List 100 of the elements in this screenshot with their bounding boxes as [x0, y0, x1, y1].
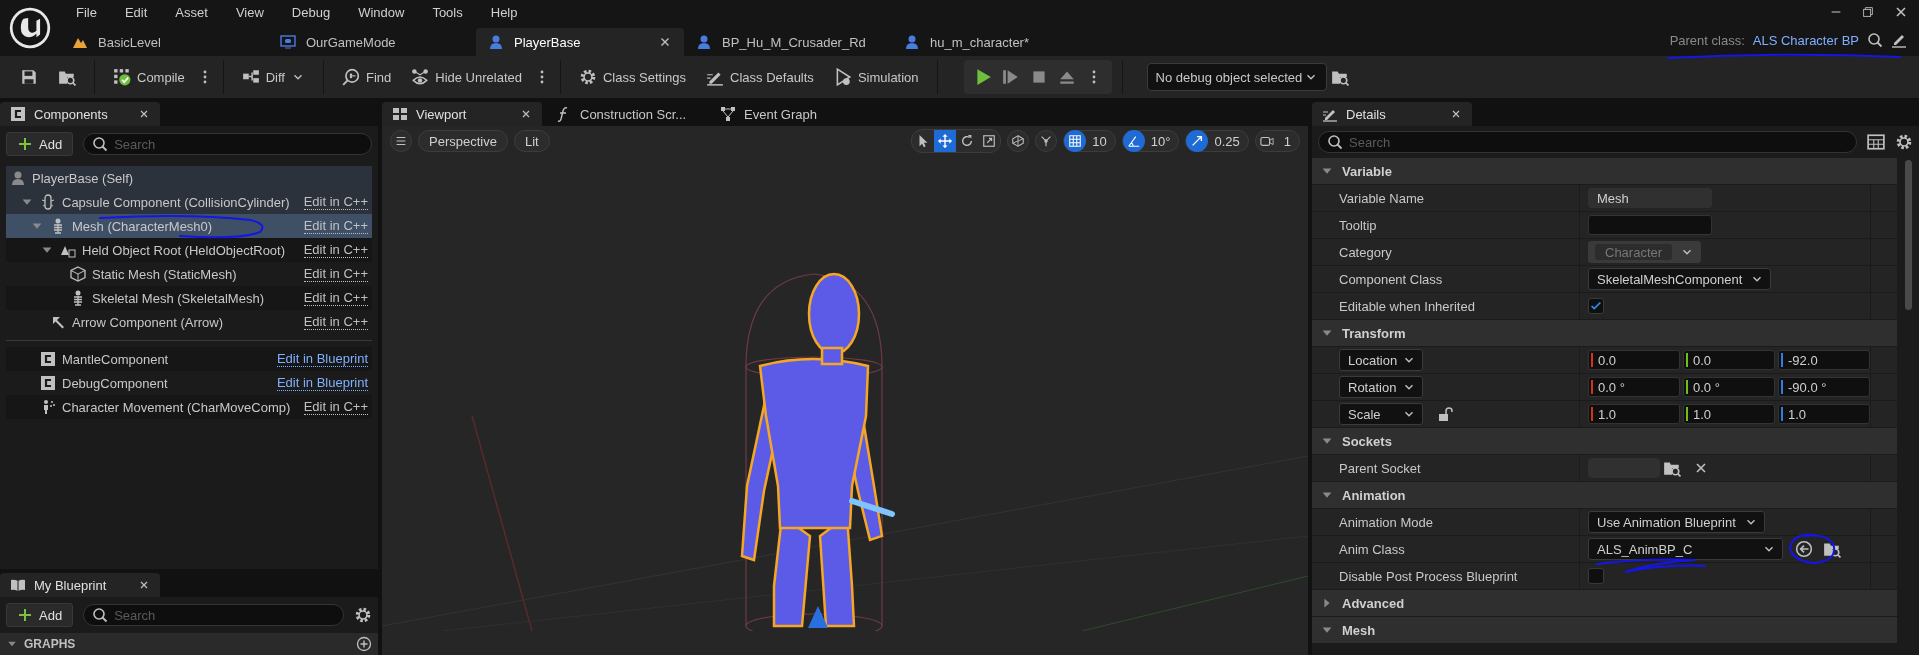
component-row[interactable]: Skeletal Mesh (SkeletalMesh) Edit in C++ [6, 286, 372, 310]
add-button[interactable]: Add [6, 603, 74, 627]
move-tool-button[interactable] [934, 130, 957, 152]
checkbox[interactable] [1588, 298, 1604, 314]
restore-icon[interactable] [1861, 5, 1875, 19]
view-mode-button[interactable]: Perspective [418, 130, 508, 152]
toolbar-button[interactable]: Compile [105, 61, 193, 93]
transform-mode-dropdown[interactable]: Location [1339, 349, 1423, 371]
edit-link[interactable]: Edit in C++ [303, 194, 368, 210]
edit-link[interactable]: Edit in C++ [303, 266, 368, 282]
menu-item[interactable]: Help [476, 4, 532, 20]
parent-class-link[interactable]: ALS Character BP [1752, 32, 1859, 48]
number-field[interactable]: 0.0 [1683, 350, 1775, 370]
edit-link[interactable]: Edit in C++ [303, 218, 368, 234]
number-field[interactable]: 1.0 [1778, 404, 1870, 424]
menu-item[interactable]: File [62, 4, 111, 20]
dropdown[interactable]: SkeletalMeshComponent [1588, 268, 1772, 290]
edit-link[interactable]: Edit in Blueprint [276, 375, 368, 391]
menu-item[interactable]: Asset [161, 4, 222, 20]
toolbar-button[interactable]: Hide Unrelated [403, 61, 530, 93]
section-header[interactable]: Variable [1312, 158, 1897, 185]
transform-mode-dropdown[interactable]: Scale [1339, 403, 1423, 425]
add-button[interactable]: Add [6, 132, 74, 156]
section-header[interactable]: Sockets [1312, 428, 1897, 455]
component-row[interactable]: Mesh (CharacterMesh0) Edit in C++ [6, 214, 372, 238]
section-header[interactable]: Mesh [1312, 617, 1897, 644]
folder-search-icon[interactable] [1330, 68, 1349, 86]
panel-tab[interactable]: Details [1312, 102, 1472, 126]
toolbar-button[interactable]: Class Settings [570, 61, 695, 93]
edit-link[interactable]: Edit in C++ [303, 242, 368, 258]
number-field[interactable]: 0.0 [1588, 350, 1680, 370]
section-header[interactable]: Transform [1312, 320, 1897, 347]
snap-toggle[interactable]: 10 [1063, 130, 1116, 152]
edit-icon[interactable] [1891, 32, 1907, 48]
document-tab[interactable]: BasicLevel [60, 28, 268, 56]
snap-toggle[interactable]: 0.25 [1185, 130, 1249, 152]
close-icon[interactable] [138, 108, 150, 120]
editor-tab[interactable]: Viewport [382, 102, 542, 126]
arrow-left-circle-icon[interactable] [1795, 540, 1813, 558]
editor-tab[interactable]: Construction Scr... [546, 102, 706, 126]
checkbox[interactable] [1588, 568, 1604, 584]
number-field[interactable]: -90.0 ° [1778, 377, 1870, 397]
viewport-menu-button[interactable] [390, 130, 412, 152]
scrollbar-thumb[interactable] [1904, 160, 1912, 310]
menu-item[interactable]: View [221, 4, 278, 20]
folder-search-icon[interactable] [1823, 540, 1841, 558]
close-icon[interactable] [138, 579, 150, 591]
snap-toggle[interactable]: 10° [1121, 130, 1180, 152]
document-tab[interactable]: OurGameMode [268, 28, 476, 56]
menu-item[interactable]: Tools [418, 4, 477, 20]
dropdown[interactable]: Use Animation Blueprint [1588, 511, 1765, 533]
close-icon[interactable] [520, 108, 532, 120]
table-icon[interactable] [1867, 133, 1885, 151]
menu-item[interactable]: Edit [110, 4, 162, 20]
settings-icon[interactable] [354, 606, 372, 624]
debug-object-dropdown[interactable]: No debug object selected [1146, 63, 1327, 91]
number-field[interactable]: -92.0 [1778, 350, 1870, 370]
edit-link[interactable]: Edit in C++ [303, 290, 368, 306]
text-field[interactable] [1588, 215, 1712, 235]
edit-link[interactable]: Edit in C++ [303, 314, 368, 330]
edit-link[interactable]: Edit in Blueprint [276, 351, 368, 367]
section-header[interactable]: GRAPHS [0, 633, 378, 655]
number-field[interactable]: 1.0 [1588, 404, 1680, 424]
component-row[interactable]: PlayerBase (Self) [6, 166, 372, 190]
component-row[interactable]: Character Movement (CharMoveComp) Edit in C++ [6, 395, 372, 419]
number-field[interactable]: 1.0 [1683, 404, 1775, 424]
settings-icon[interactable] [1895, 133, 1913, 151]
step-icon[interactable] [1001, 68, 1020, 86]
document-tab[interactable]: PlayerBase [476, 28, 684, 56]
number-field[interactable]: 0.0 ° [1588, 377, 1680, 397]
menu-item[interactable]: Window [344, 4, 419, 20]
component-row[interactable]: Capsule Component (CollisionCylinder) Edit in C++ [6, 190, 372, 214]
search-icon[interactable] [1867, 32, 1883, 48]
toolbar-button[interactable]: Find [333, 61, 400, 93]
coordinate-space-button[interactable] [1007, 130, 1030, 152]
section-header[interactable]: Advanced [1312, 590, 1897, 617]
menu-item[interactable]: Debug [277, 4, 345, 20]
folder-search-icon[interactable] [1663, 459, 1681, 477]
transform-mode-dropdown[interactable]: Rotation [1339, 376, 1423, 398]
document-tab[interactable]: hu_m_character* [892, 28, 1100, 56]
component-row[interactable]: Held Object Root (HeldObjectRoot) Edit in C++ [6, 238, 372, 262]
toolbar-button[interactable]: Diff [233, 61, 313, 93]
number-field[interactable]: 0.0 ° [1683, 377, 1775, 397]
engine-logo-icon[interactable] [8, 6, 52, 50]
panel-tab[interactable]: Components [0, 102, 160, 126]
class-dropdown[interactable]: ALS_AnimBP_C [1588, 538, 1783, 560]
surface-snap-button[interactable] [1035, 130, 1058, 152]
section-header[interactable]: Animation [1312, 482, 1897, 509]
toolbar-button[interactable]: Class Defaults [698, 61, 822, 93]
camera-speed-button[interactable]: 1 [1254, 130, 1300, 152]
panel-tab[interactable]: My Blueprint [0, 573, 160, 597]
edit-link[interactable]: Edit in C++ [303, 399, 368, 415]
editor-tab[interactable]: Event Graph [710, 102, 870, 126]
add-icon[interactable] [356, 636, 372, 652]
toolbar-button[interactable]: Simulation [825, 61, 927, 93]
close-icon[interactable] [1450, 108, 1462, 120]
lighting-mode-button[interactable]: Lit [513, 130, 550, 152]
document-tab[interactable]: BP_Hu_M_Crusader_Rd [684, 28, 892, 56]
component-row[interactable]: MantleComponent Edit in Blueprint [6, 347, 372, 371]
unlock-icon[interactable] [1437, 406, 1453, 422]
